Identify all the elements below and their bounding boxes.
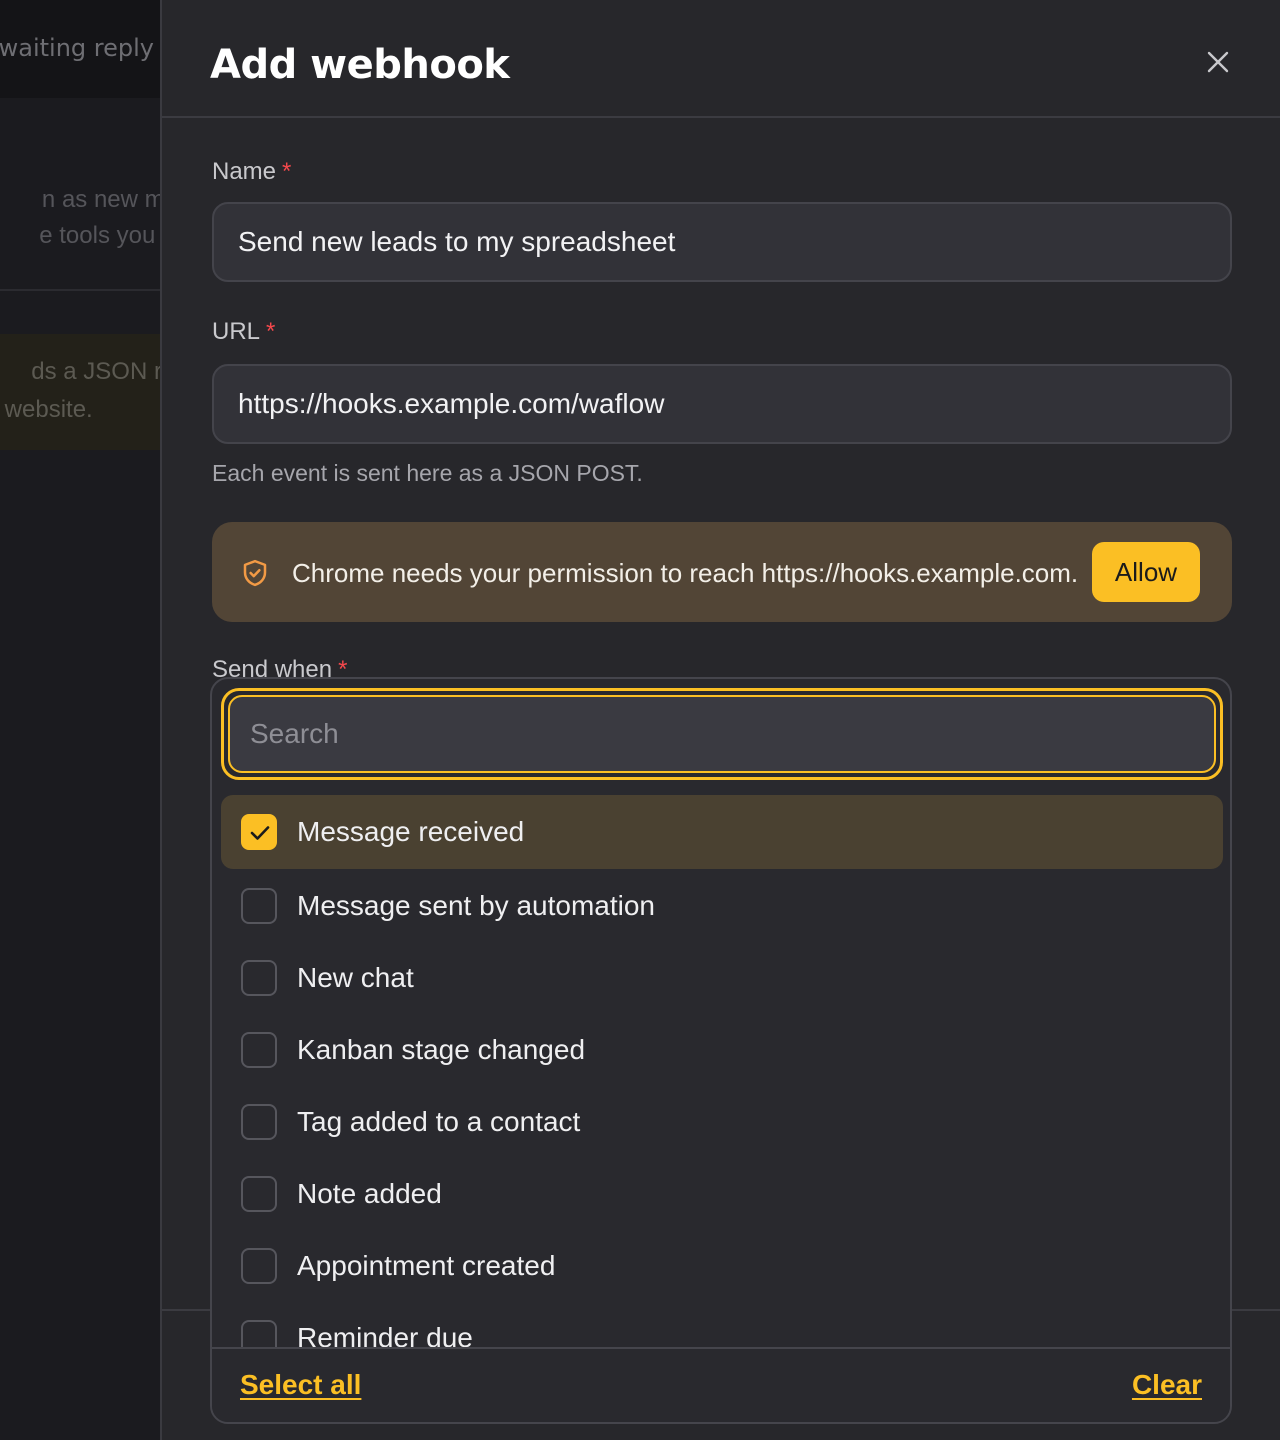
shield-check-icon <box>243 559 267 587</box>
close-button[interactable] <box>1200 44 1236 80</box>
background-text: n as new mess <box>41 186 162 213</box>
send-when-dropdown: Message received Message sent by automat… <box>210 677 1232 1424</box>
checkbox[interactable] <box>241 1320 277 1347</box>
option-label: New chat <box>297 962 414 993</box>
option-label: Message sent by automation <box>297 890 655 921</box>
panel-title: Add webhook <box>210 42 510 88</box>
option-label: Message received <box>297 816 525 847</box>
check-icon <box>250 826 270 840</box>
checkbox[interactable] <box>241 888 277 924</box>
required-mark: * <box>266 318 276 345</box>
select-all-link[interactable]: Select all <box>240 1369 361 1401</box>
option-label: Kanban stage changed <box>297 1034 586 1065</box>
options-list[interactable]: Message received Message sent by automat… <box>212 795 1230 1347</box>
background-note: ds a JSON requ r website. <box>0 334 162 450</box>
option-reminder-due[interactable]: Reminder due <box>221 1301 1223 1347</box>
background-note-text: r website. <box>0 396 93 423</box>
permission-banner: Chrome needs your permission to reach ht… <box>212 522 1232 622</box>
option-appointment-created[interactable]: Appointment created <box>221 1229 1223 1303</box>
permission-text: Chrome needs your permission to reach ht… <box>292 558 1079 588</box>
required-mark: * <box>282 158 292 185</box>
name-label: Name * <box>212 158 292 185</box>
checkbox[interactable] <box>241 1176 277 1212</box>
background-title: waiting reply <box>0 34 154 62</box>
option-note-added[interactable]: Note added <box>221 1157 1223 1231</box>
option-kanban-stage-changed[interactable]: Kanban stage changed <box>221 1013 1223 1087</box>
option-label: Tag added to a contact <box>297 1106 581 1137</box>
checkbox[interactable] <box>241 1032 277 1068</box>
name-input-value: Send new leads to my spreadsheet <box>238 226 676 257</box>
url-label: URL * <box>212 318 276 345</box>
option-message-sent-by-automation[interactable]: Message sent by automation <box>221 869 1223 943</box>
option-label: Note added <box>297 1178 442 1209</box>
dropdown-footer: Select all Clear <box>212 1347 1230 1422</box>
checkbox[interactable] <box>241 1248 277 1284</box>
option-message-received[interactable]: Message received <box>221 795 1223 869</box>
clear-link[interactable]: Clear <box>1132 1369 1202 1401</box>
background-text: e tools you alre <box>39 222 162 249</box>
checkbox[interactable] <box>241 960 277 996</box>
checkbox-checked[interactable] <box>241 814 277 850</box>
search-input[interactable] <box>228 695 1216 773</box>
url-hint: Each event is sent here as a JSON POST. <box>212 460 643 486</box>
option-tag-added[interactable]: Tag added to a contact <box>221 1085 1223 1159</box>
option-label: Reminder due <box>297 1322 473 1347</box>
url-input[interactable]: https://hooks.example.com/waflow <box>212 364 1232 444</box>
background-note-text: ds a JSON requ <box>31 358 162 385</box>
background-header: waiting reply <box>0 0 162 98</box>
search-focus-ring <box>221 688 1223 780</box>
url-input-value: https://hooks.example.com/waflow <box>238 388 665 419</box>
allow-button[interactable]: Allow <box>1092 542 1200 602</box>
close-icon <box>1207 51 1229 73</box>
option-label: Appointment created <box>297 1250 556 1281</box>
background-divider <box>0 289 162 291</box>
checkbox[interactable] <box>241 1104 277 1140</box>
option-new-chat[interactable]: New chat <box>221 941 1223 1015</box>
background-page: waiting reply n as new mess e tools you … <box>0 0 162 1440</box>
panel-header: Add webhook <box>162 0 1280 118</box>
name-input[interactable]: Send new leads to my spreadsheet <box>212 202 1232 282</box>
